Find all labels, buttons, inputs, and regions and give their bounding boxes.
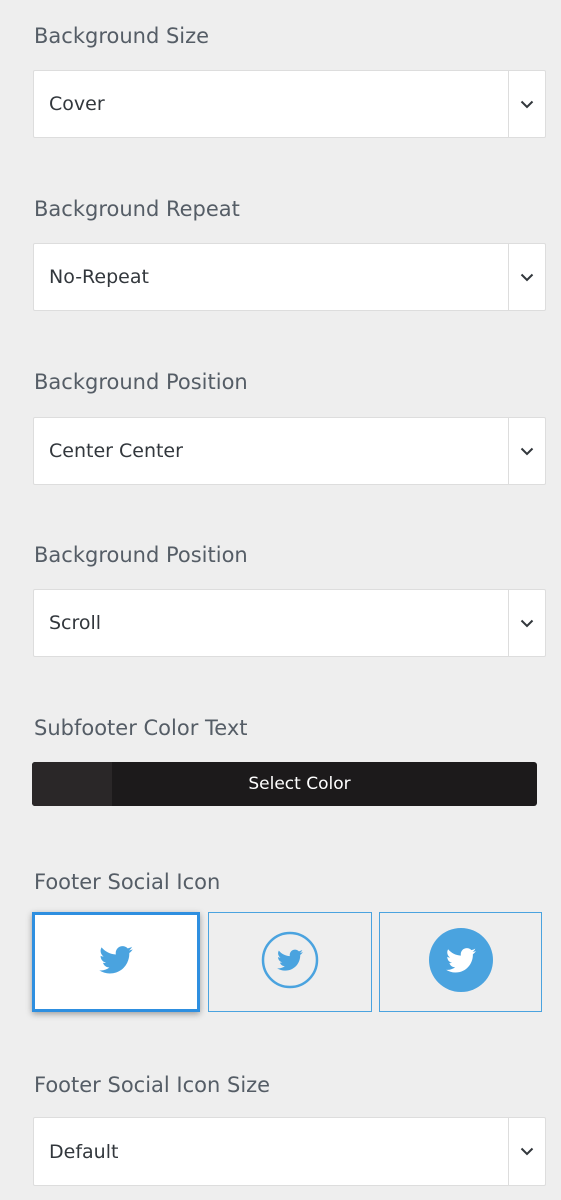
background-repeat-select[interactable]: No-Repeat <box>33 243 546 311</box>
social-icon-option-circle-outline[interactable] <box>208 912 372 1012</box>
chevron-down-icon <box>508 71 545 137</box>
footer-social-icon-size-label: Footer Social Icon Size <box>34 1073 271 1097</box>
background-size-label: Background Size <box>34 24 210 48</box>
chevron-down-icon <box>508 418 545 484</box>
background-repeat-value: No-Repeat <box>49 266 149 288</box>
social-icon-option-circle-filled[interactable] <box>379 912 542 1012</box>
chevron-down-icon <box>508 244 545 310</box>
background-attachment-label: Background Position <box>34 543 248 567</box>
select-color-label: Select Color <box>248 774 351 794</box>
twitter-circle-filled-icon <box>428 927 494 997</box>
footer-social-icon-label: Footer Social Icon <box>34 870 221 894</box>
chevron-down-icon <box>508 590 545 656</box>
footer-social-icon-size-value: Default <box>49 1140 119 1163</box>
background-attachment-value: Scroll <box>49 612 102 634</box>
twitter-icon <box>99 946 133 978</box>
background-repeat-label: Background Repeat <box>34 197 240 221</box>
footer-social-icon-size-select[interactable]: Default <box>33 1117 546 1186</box>
social-icon-option-plain[interactable] <box>32 912 200 1012</box>
background-size-value: Cover <box>49 93 105 115</box>
background-size-select[interactable]: Cover <box>33 70 546 138</box>
background-attachment-select[interactable]: Scroll <box>33 589 546 657</box>
background-position-select[interactable]: Center Center <box>33 417 546 485</box>
select-color-button[interactable]: Select Color <box>32 762 537 806</box>
twitter-circle-outline-icon <box>260 930 320 994</box>
chevron-down-icon <box>508 1118 545 1185</box>
background-position-label: Background Position <box>34 370 248 394</box>
subfooter-color-text-label: Subfooter Color Text <box>34 716 248 740</box>
background-position-value: Center Center <box>49 440 183 462</box>
